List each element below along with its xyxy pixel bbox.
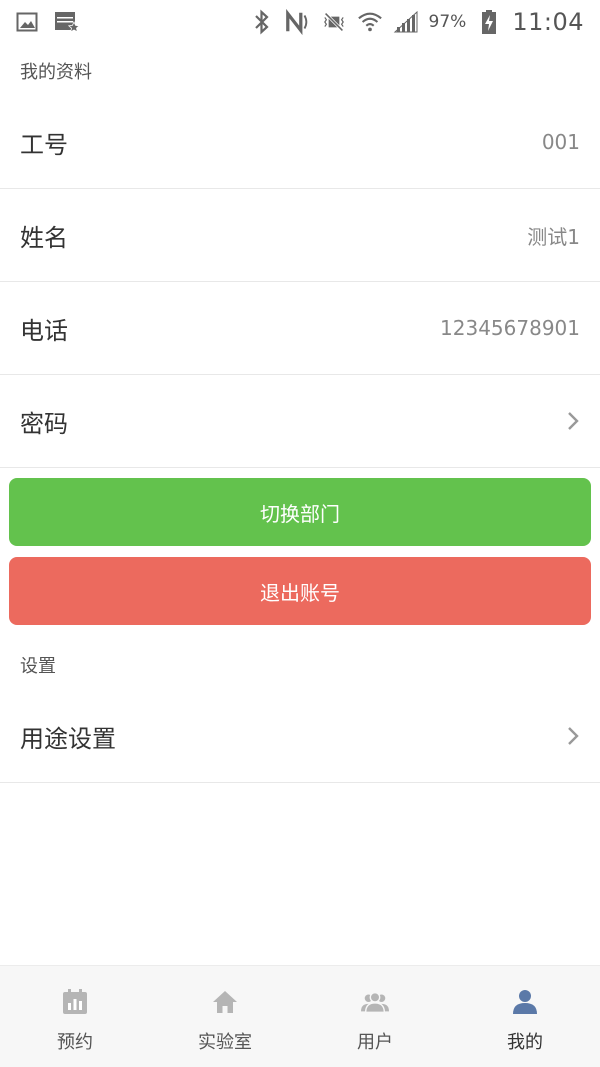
employee-id-label: 工号 xyxy=(20,130,68,159)
status-bar: 97% 11:04 xyxy=(0,0,600,44)
row-name: 姓名 测试1 xyxy=(0,189,600,282)
phone-value: 12345678901 xyxy=(440,316,580,340)
profile-section-title: 我的资料 xyxy=(20,62,92,83)
row-password[interactable]: 密码 xyxy=(0,375,600,468)
row-usage-settings[interactable]: 用途设置 xyxy=(0,690,600,783)
logout-button[interactable]: 退出账号 xyxy=(9,557,591,625)
phone-label: 电话 xyxy=(20,316,68,345)
chevron-right-icon xyxy=(566,411,580,431)
clock: 11:04 xyxy=(512,8,584,36)
user-icon xyxy=(511,988,539,1016)
row-phone: 电话 12345678901 xyxy=(0,282,600,375)
battery-percent: 97% xyxy=(428,12,467,32)
settings-section-title: 设置 xyxy=(20,656,56,677)
wifi-icon xyxy=(357,9,383,35)
tab-booking[interactable]: 预约 xyxy=(0,966,150,1067)
tab-laboratory[interactable]: 实验室 xyxy=(150,966,300,1067)
name-value: 测试1 xyxy=(527,224,580,249)
tab-booking-label: 预约 xyxy=(57,1032,93,1053)
usage-settings-label: 用途设置 xyxy=(20,724,116,753)
tab-users[interactable]: 用户 xyxy=(300,966,450,1067)
calendar-star-icon xyxy=(54,9,80,35)
name-label: 姓名 xyxy=(20,223,68,252)
bluetooth-icon xyxy=(249,9,275,35)
mute-vibrate-icon xyxy=(321,9,347,35)
tab-mine[interactable]: 我的 xyxy=(450,966,600,1067)
signal-icon xyxy=(393,9,419,35)
row-employee-id: 工号 001 xyxy=(0,96,600,189)
bottom-tab-bar: 预约 实验室 用户 我的 xyxy=(0,965,600,1067)
battery-charging-icon xyxy=(476,9,502,35)
tab-mine-label: 我的 xyxy=(507,1032,543,1053)
password-label: 密码 xyxy=(20,409,68,438)
switch-department-button[interactable]: 切换部门 xyxy=(9,478,591,546)
employee-id-value: 001 xyxy=(541,130,580,154)
tab-laboratory-label: 实验室 xyxy=(198,1032,252,1053)
nfc-icon xyxy=(285,9,311,35)
home-icon xyxy=(211,988,239,1016)
tab-users-label: 用户 xyxy=(357,1032,393,1053)
image-icon xyxy=(14,9,40,35)
users-icon xyxy=(361,988,389,1016)
chevron-right-icon xyxy=(566,726,580,746)
calendar-chart-icon xyxy=(61,988,89,1016)
